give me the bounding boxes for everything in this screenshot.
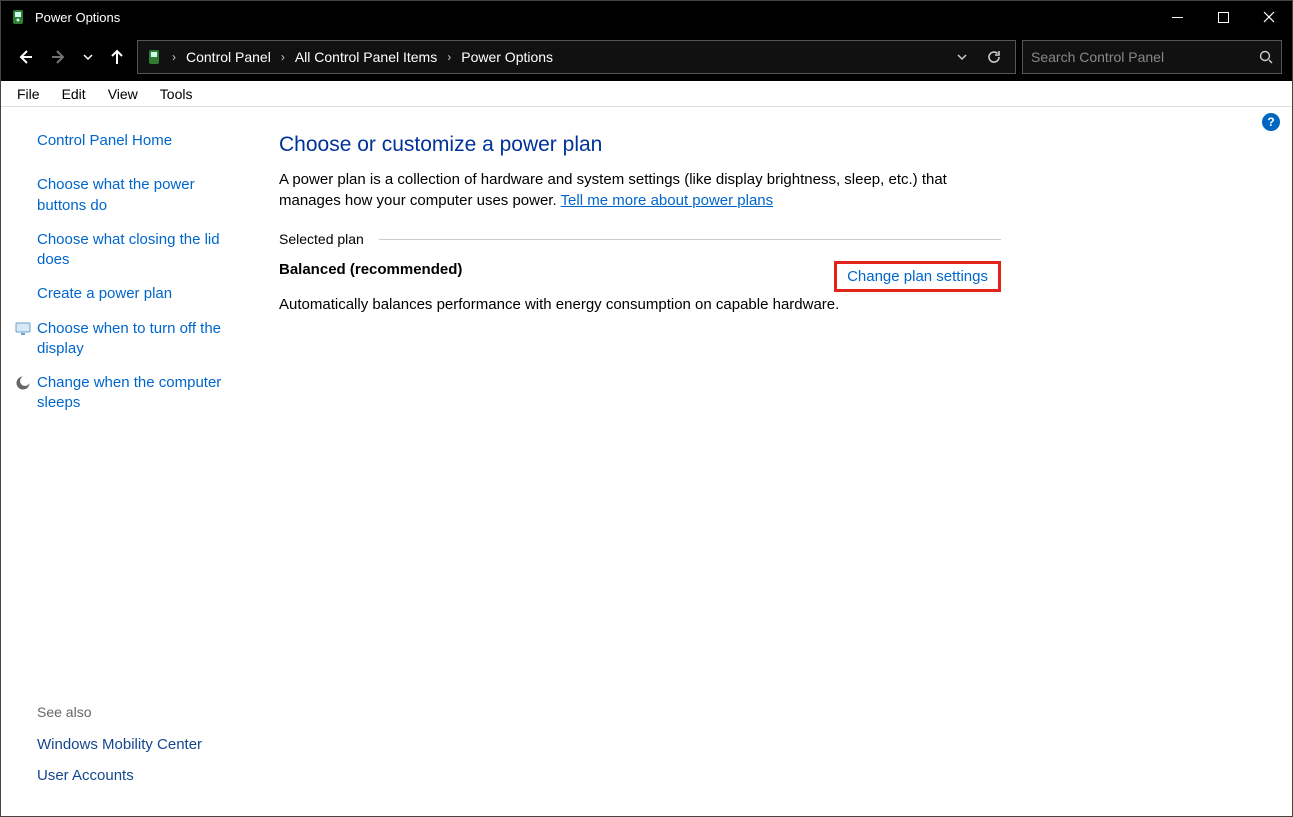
selected-plan-section-label: Selected plan bbox=[279, 231, 1001, 247]
menu-tools[interactable]: Tools bbox=[150, 84, 203, 104]
forward-button[interactable] bbox=[45, 43, 73, 71]
sidebar-link-power-buttons[interactable]: Choose what the power buttons do bbox=[37, 175, 243, 216]
moon-icon bbox=[15, 375, 31, 391]
sidebar-link-create-plan[interactable]: Create a power plan bbox=[37, 284, 243, 304]
menu-bar: File Edit View Tools bbox=[1, 81, 1292, 107]
breadcrumb-item[interactable]: Control Panel bbox=[180, 41, 277, 73]
menu-view[interactable]: View bbox=[98, 84, 148, 104]
close-button[interactable] bbox=[1246, 1, 1292, 33]
refresh-button[interactable] bbox=[979, 42, 1009, 72]
titlebar: Power Options bbox=[1, 1, 1292, 33]
chevron-right-icon[interactable]: › bbox=[279, 50, 287, 64]
search-box[interactable] bbox=[1022, 40, 1282, 74]
sidebar: Control Panel Home Choose what the power… bbox=[1, 107, 261, 816]
change-plan-settings-link[interactable]: Change plan settings bbox=[834, 261, 1001, 292]
help-button[interactable]: ? bbox=[1262, 113, 1280, 131]
window-title: Power Options bbox=[35, 10, 120, 25]
sidebar-link-closing-lid[interactable]: Choose what closing the lid does bbox=[37, 230, 243, 271]
breadcrumb[interactable]: › Control Panel › All Control Panel Item… bbox=[137, 40, 1016, 74]
page-heading: Choose or customize a power plan bbox=[279, 133, 1001, 157]
menu-file[interactable]: File bbox=[7, 84, 50, 104]
plan-description: Automatically balances performance with … bbox=[279, 296, 1001, 313]
see-also-label: See also bbox=[37, 704, 243, 720]
monitor-icon bbox=[15, 321, 31, 337]
sidebar-home-link[interactable]: Control Panel Home bbox=[37, 131, 243, 151]
back-button[interactable] bbox=[11, 43, 39, 71]
search-input[interactable] bbox=[1031, 49, 1253, 65]
sidebar-link-computer-sleeps[interactable]: Change when the computer sleeps bbox=[37, 373, 243, 414]
main-panel: Choose or customize a power plan A power… bbox=[261, 107, 1021, 816]
power-options-icon bbox=[9, 8, 27, 26]
address-bar: › Control Panel › All Control Panel Item… bbox=[1, 33, 1292, 81]
sidebar-link-turn-off-display[interactable]: Choose when to turn off the display bbox=[37, 319, 243, 360]
up-button[interactable] bbox=[103, 43, 131, 71]
section-label-text: Selected plan bbox=[279, 231, 374, 247]
minimize-button[interactable] bbox=[1154, 1, 1200, 33]
menu-edit[interactable]: Edit bbox=[52, 84, 96, 104]
recent-locations-button[interactable] bbox=[79, 43, 97, 71]
chevron-right-icon[interactable]: › bbox=[170, 50, 178, 64]
plan-name: Balanced (recommended) bbox=[279, 261, 462, 278]
chevron-down-icon[interactable] bbox=[947, 42, 977, 72]
breadcrumb-item[interactable]: Power Options bbox=[455, 41, 559, 73]
search-icon[interactable] bbox=[1259, 50, 1273, 64]
see-also-user-accounts[interactable]: User Accounts bbox=[37, 767, 243, 784]
chevron-right-icon[interactable]: › bbox=[445, 50, 453, 64]
power-options-icon bbox=[144, 47, 164, 67]
content-area: ? Control Panel Home Choose what the pow… bbox=[1, 107, 1292, 816]
page-description: A power plan is a collection of hardware… bbox=[279, 169, 979, 211]
see-also-mobility-center[interactable]: Windows Mobility Center bbox=[37, 736, 243, 753]
tell-me-more-link[interactable]: Tell me more about power plans bbox=[561, 192, 774, 209]
plan-row: Balanced (recommended) Change plan setti… bbox=[279, 261, 1001, 292]
breadcrumb-item[interactable]: All Control Panel Items bbox=[289, 41, 443, 73]
maximize-button[interactable] bbox=[1200, 1, 1246, 33]
